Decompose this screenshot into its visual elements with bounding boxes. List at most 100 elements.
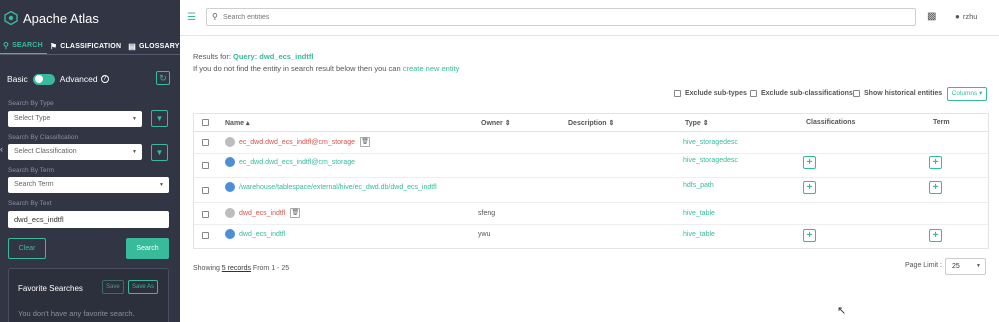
collapse-handle-icon[interactable]: ‹ <box>0 144 4 160</box>
global-search-input[interactable] <box>223 11 903 24</box>
add-term-button[interactable]: + <box>929 181 942 194</box>
favorite-empty-text: You don't have any favorite search. <box>18 309 135 318</box>
row-checkbox[interactable] <box>202 162 209 169</box>
advanced-label: Advanced <box>59 74 98 84</box>
search-button[interactable]: Search <box>126 238 169 259</box>
refresh-button[interactable]: ↻ <box>156 71 170 85</box>
table-header: Name ▴ Owner ⇕ Description ⇕ Type ⇕ Clas… <box>194 114 988 132</box>
header-name[interactable]: Name ▴ <box>225 119 250 127</box>
add-classification-button[interactable]: + <box>803 156 816 169</box>
favorite-searches-title: Favorite Searches <box>18 284 83 293</box>
user-menu[interactable]: ● rzhu <box>955 12 977 21</box>
search-text-input[interactable]: dwd_ecs_indtfl <box>8 211 169 228</box>
classification-filter-button[interactable]: ▼ <box>151 144 168 161</box>
row-checkbox[interactable] <box>202 211 209 218</box>
clear-button[interactable]: Clear <box>8 238 46 259</box>
entity-link[interactable]: /warehouse/tablespace/external/hive/ec_d… <box>239 184 437 191</box>
favorite-searches-panel: Favorite Searches Save Save As You don't… <box>8 268 169 322</box>
add-classification-button[interactable]: + <box>803 181 816 194</box>
chevron-down-icon: ▼ <box>132 149 137 155</box>
tab-search[interactable]: ⚲ SEARCH <box>0 38 47 54</box>
entity-type-icon <box>225 137 235 147</box>
hamburger-menu-icon[interactable]: ☰ <box>187 12 196 23</box>
add-classification-button[interactable]: + <box>803 229 816 242</box>
header-description[interactable]: Description ⇕ <box>568 119 614 127</box>
user-name: rzhu <box>962 12 978 21</box>
add-term-button[interactable]: + <box>929 156 942 169</box>
type-cell[interactable]: hive_storagedesc <box>683 139 738 146</box>
type-cell[interactable]: hive_table <box>683 210 715 217</box>
page-limit-select[interactable]: 25 ▼ <box>945 258 986 275</box>
search-icon: ⚲ <box>212 12 218 21</box>
table-row[interactable]: ec_dwd.dwd_ecs_indtfl@cm_storage 🗑 hive_… <box>194 132 988 154</box>
record-count: 5 records <box>221 265 251 272</box>
show-historical-checkbox[interactable] <box>853 90 860 97</box>
entity-type-icon <box>225 229 235 239</box>
entity-link[interactable]: dwd_ecs_indtfl <box>239 210 285 217</box>
exclude-sub-types-checkbox[interactable] <box>674 90 681 97</box>
type-cell[interactable]: hive_storagedesc <box>683 157 738 164</box>
exclude-sub-classifications-label: Exclude sub-classifications <box>761 90 853 97</box>
entity-link[interactable]: dwd_ecs_indtfl <box>239 231 285 238</box>
mouse-cursor-icon: ↖ <box>837 305 847 317</box>
table-row[interactable]: /warehouse/tablespace/external/hive/ec_d… <box>194 178 988 203</box>
type-select[interactable]: Select Type ▼ <box>8 111 142 127</box>
save-as-button[interactable]: Save As <box>128 280 159 294</box>
type-cell[interactable]: hdfs_path <box>683 182 714 189</box>
tab-search-label: SEARCH <box>12 42 43 49</box>
table-row[interactable]: dwd_ecs_indtfl 🗑 sfeng hive_table <box>194 203 988 225</box>
exclude-sub-types-label: Exclude sub-types <box>685 90 747 97</box>
header-type[interactable]: Type ⇕ <box>685 119 709 127</box>
table-row[interactable]: ec_dwd.dwd_ecs_indtfl@cm_storage hive_st… <box>194 154 988 178</box>
brand[interactable]: Apache Atlas <box>0 0 180 36</box>
hint-text: If you do not find the entity in search … <box>193 64 403 73</box>
term-label: Search By Term <box>8 167 55 174</box>
tab-glossary-label: GLOSSARY <box>138 42 180 50</box>
type-cell[interactable]: hive_table <box>683 231 715 238</box>
showing-suffix: From 1 - 25 <box>250 265 290 272</box>
brand-name: Apache Atlas <box>23 10 99 26</box>
statistics-chart-icon[interactable]: ▩ <box>927 11 936 22</box>
text-label: Search By Text <box>8 200 52 207</box>
header-classifications: Classifications <box>806 119 856 126</box>
showing-prefix: Showing <box>193 265 222 272</box>
classification-select[interactable]: Select Classification ▼ <box>8 144 142 160</box>
row-checkbox[interactable] <box>202 187 209 194</box>
entity-type-icon <box>225 208 235 218</box>
exclude-sub-classifications-option[interactable]: Exclude sub-classifications <box>750 90 853 97</box>
show-historical-option[interactable]: Show historical entities <box>853 90 942 97</box>
global-search[interactable]: ⚲ <box>206 8 916 26</box>
exclude-sub-classifications-checkbox[interactable] <box>750 90 757 97</box>
columns-dropdown-button[interactable]: Columns ▾ <box>947 87 987 101</box>
help-icon[interactable]: ? <box>100 75 109 83</box>
tab-glossary[interactable]: ▤ GLOSSARY <box>125 38 183 54</box>
tag-icon: ⚑ <box>49 41 58 51</box>
entity-link[interactable]: ec_dwd.dwd_ecs_indtfl@cm_storage <box>239 139 355 146</box>
term-select[interactable]: Search Term ▼ <box>8 177 169 193</box>
save-button[interactable]: Save <box>102 280 124 294</box>
mode-toggle[interactable] <box>32 73 55 85</box>
row-checkbox[interactable] <box>202 139 209 146</box>
header-term: Term <box>933 119 950 126</box>
page-limit-label: Page Limit : <box>905 262 942 269</box>
pagination-summary: Showing 5 records From 1 - 25 <box>193 265 289 272</box>
type-filter-button[interactable]: ▼ <box>151 110 168 127</box>
create-entity-link[interactable]: create new entity <box>403 64 460 73</box>
row-checkbox[interactable] <box>202 232 209 239</box>
mode-toggle-knob <box>34 75 43 83</box>
trash-icon: 🗑 <box>360 137 371 147</box>
create-entity-hint: If you do not find the entity in search … <box>193 64 459 73</box>
filter-icon: ▼ <box>155 114 164 123</box>
entity-name-cell: ec_dwd.dwd_ecs_indtfl@cm_storage 🗑 <box>225 137 371 147</box>
table-row[interactable]: dwd_ecs_indtfl ywu hive_table + + <box>194 225 988 248</box>
search-icon: ⚲ <box>3 41 10 50</box>
show-historical-label: Show historical entities <box>864 90 943 97</box>
header-owner[interactable]: Owner ⇕ <box>481 119 511 127</box>
select-all-checkbox[interactable] <box>202 119 209 126</box>
tab-classification[interactable]: ⚑ CLASSIFICATION <box>47 38 125 54</box>
entity-link[interactable]: ec_dwd.dwd_ecs_indtfl@cm_storage <box>239 159 355 166</box>
entity-name-cell: dwd_ecs_indtfl 🗑 <box>225 208 301 218</box>
exclude-sub-types-option[interactable]: Exclude sub-types <box>674 90 747 97</box>
add-term-button[interactable]: + <box>929 229 942 242</box>
top-bar: ☰ ⚲ ▩ ● rzhu <box>180 0 999 36</box>
